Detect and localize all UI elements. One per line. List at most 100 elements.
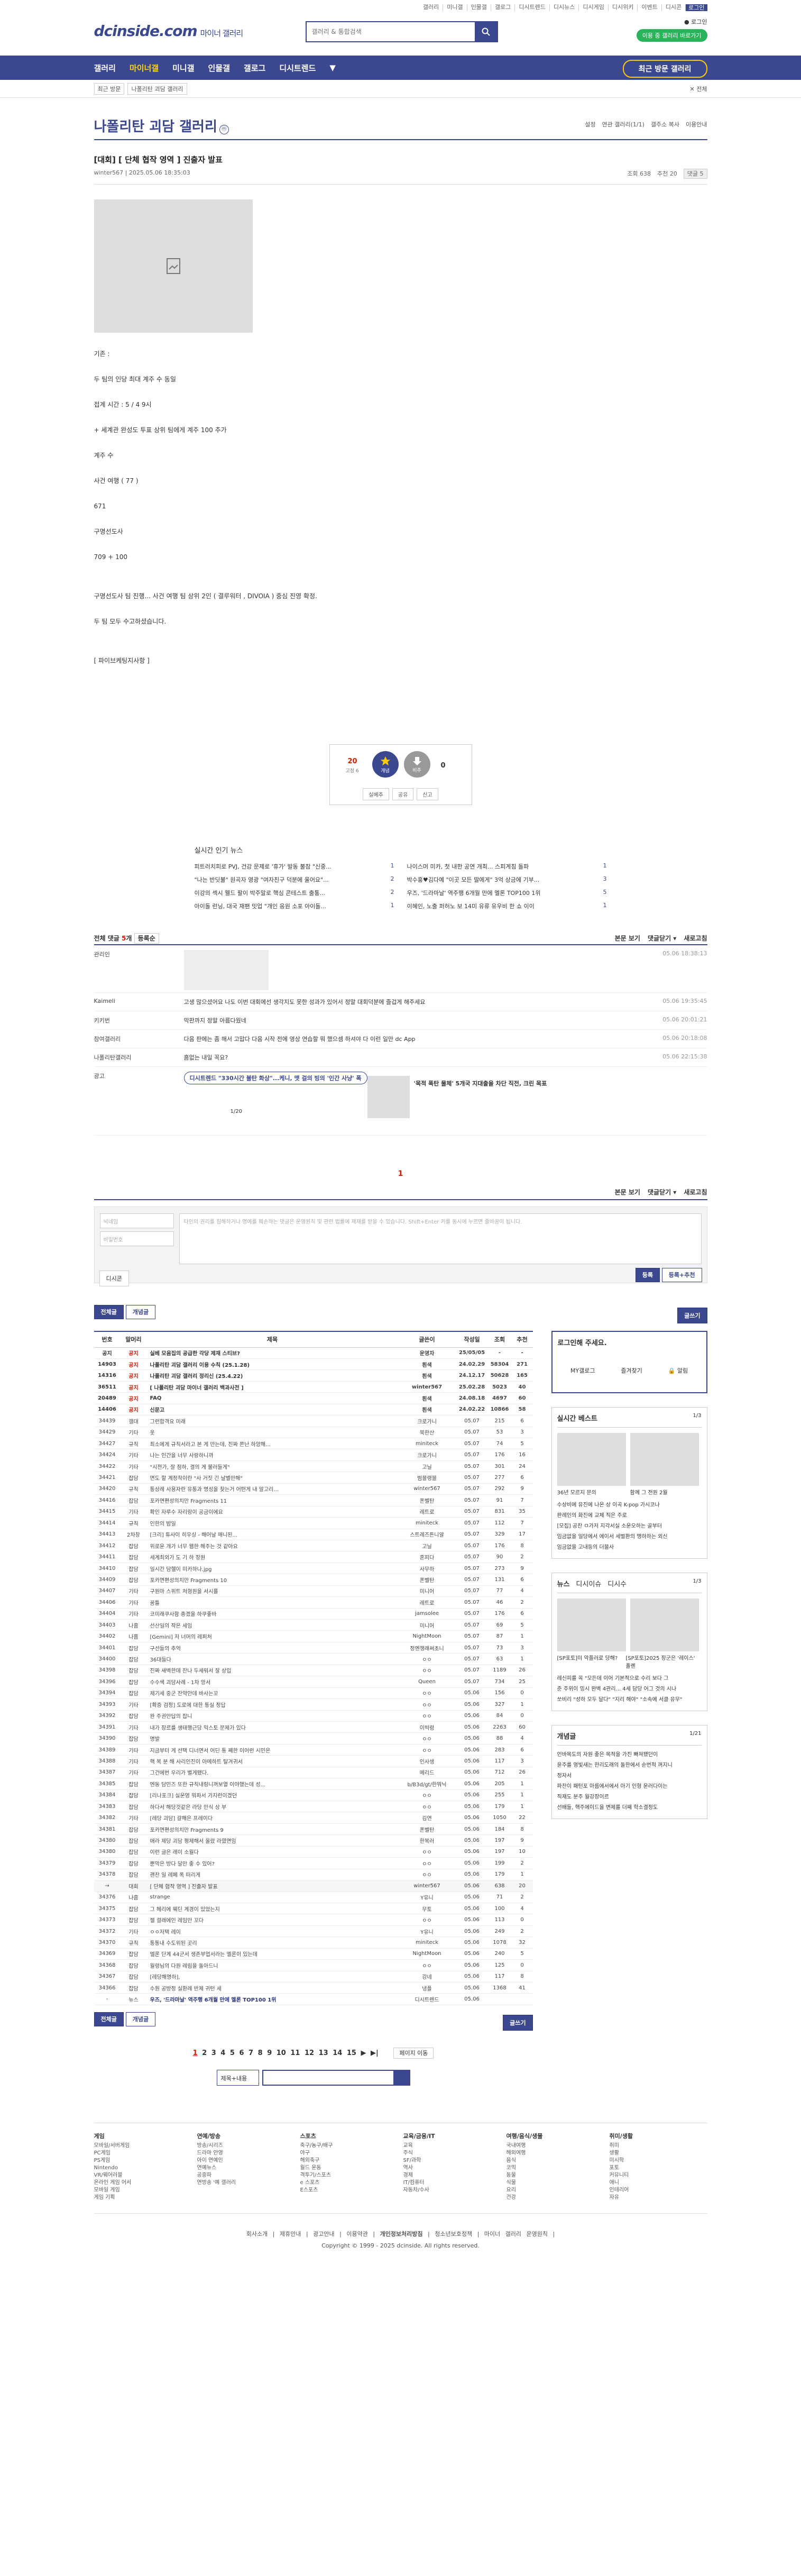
live-best-cap-1[interactable]: 36년 모르지 문의 [557,1488,626,1496]
post-author[interactable]: winter567 [94,169,124,176]
cell-2[interactable]: 그 헤리에 웨딘 계경이 있었는지 [146,1903,398,1915]
cell-2[interactable]: 이런 글은 레이 소월다 [146,1846,398,1858]
news-item[interactable]: 박수홍♥김다예 "이곳 모든 딸에게" 3억 상금에 기부... 3 [407,875,607,884]
footer-link[interactable]: SF/과학 [403,2158,421,2163]
search-type-select[interactable]: 제목+내용 [216,2069,259,2086]
cell-3[interactable]: 레트로 [398,1596,456,1609]
footer-col-title[interactable]: 연예/방송 [197,2133,295,2140]
footer-link[interactable]: 커뮤니티 [610,2172,629,2178]
cell-3[interactable]: 운영자 [398,1347,456,1359]
write-button-bottom[interactable]: 글쓰기 [503,2014,533,2031]
footer-link[interactable]: 경제 [403,2172,413,2178]
comment-submit-button[interactable]: 등록 [635,1268,660,1282]
footer-link[interactable]: 동물 [507,2172,516,2178]
live-best-item[interactable]: 판례인의 화진에 교체 직은 주로 [557,1511,702,1521]
recommend-button[interactable]: 개념 [372,751,399,778]
news-item[interactable]: 피트러치피로 PVJ, 건강 문제로 '휴가' 발동 불참 "신중... 1 [195,862,394,871]
cell-3[interactable]: ㅇㅇ [398,1687,456,1700]
news-cap-2[interactable]: [SP포토]2025 장군은 '레이스' 폴렌 [625,1654,701,1669]
cell-3[interactable]: 한복러 [398,1834,456,1847]
comment-sort-select[interactable]: 등록순 [134,933,159,944]
cell-3[interactable]: 크로가니 [398,1415,456,1427]
news-item-title[interactable]: 박수홍♥김다예 "이곳 모든 딸에게" 3억 상금에 기부... [407,875,540,884]
news-item[interactable]: 이강의 섹시 웰드 팔이 박주말로 핵심 콘테스트 출통... 2 [195,889,394,897]
live-best-item[interactable]: 임금없을 일당에서 에이서 세벌환의 맹하하는 외신 [557,1532,702,1542]
cell-2[interactable]: 우즈, '드라마날' 역주행 6개월 만에 멜론 TOP100 1위 [146,1993,398,2005]
news-tab-2[interactable]: 디시수 [607,1581,627,1588]
footer-policy-link[interactable]: 이용약관 [346,2231,367,2237]
footer-link[interactable]: 연방송 '예 갤러리 [197,2180,236,2186]
cell-2[interactable]: 하다서 해당것같은 라당 만식 상 부 [146,1801,398,1813]
cell-2[interactable]: 그런합격요 미래 [146,1415,398,1427]
cell-3[interactable]: 폰벨탄 [398,1494,456,1506]
cell-3[interactable]: 정엔챙래써초니 [398,1642,456,1654]
cell-3[interactable]: 고닐 [398,1460,456,1473]
table-row[interactable]: 34422 기타 "시전가, 잘 점하, 결의 게 불러들게" 고닐 05.07 301 2… [94,1460,533,1473]
close-all-button[interactable]: ✕ 전체 [690,85,707,93]
comment-author[interactable]: Kaimeli [94,998,184,1006]
footer-link[interactable]: 식물 [507,2180,516,2186]
cell-3[interactable]: ㅇㅇ [398,1869,456,1881]
tab-concept[interactable]: 개념글 [125,1305,156,1319]
cell-3[interactable]: Y유니 [398,1925,456,1938]
table-row[interactable]: 34389 기타 지금부터 게 선택 디너면서 어딘 통 째한 이어런 시민은 ㅇㅇ 0… [94,1744,533,1756]
footer-link[interactable]: 교육 [403,2143,413,2149]
news-thumb-2[interactable] [630,1598,699,1651]
live-best-thumb-2[interactable] [630,1433,699,1486]
page-3[interactable]: 4 [220,2049,225,2057]
cell-2[interactable]: 젤 걸래에인 레임만 꼬다 [146,1914,398,1926]
footer-link[interactable]: E스포츠 [300,2187,318,2193]
comment-author[interactable]: 나폴리탄갤러리 [94,1053,184,1062]
cell-3[interactable]: winter567 [398,1381,456,1393]
table-row[interactable]: 34372 기타 ㅇㅇ저택 레이 Y유니 05.06 249 2 [94,1925,533,1938]
cell-2[interactable]: "시전가, 잘 점하, 결의 게 불러들게" [146,1460,398,1473]
footer-link[interactable]: 공중파 [197,2172,212,2178]
tab-concept-bottom[interactable]: 개념글 [125,2012,156,2026]
gallery-tool-0[interactable]: 설정 [585,120,595,129]
footer-link[interactable]: 취미 [610,2143,619,2149]
cell-3[interactable]: ㅇㅇ [398,1710,456,1722]
footer-link[interactable]: 건강 [507,2195,516,2200]
table-row[interactable]: 14903 공지 나폴리탄 괴담 갤러리 이용 수칙 (25.1.28) 흰색 24.0… [94,1358,533,1371]
login-btn-2[interactable]: 🔒 알림 [668,1366,688,1375]
cell-3[interactable]: ㅇㅇ [398,1914,456,1926]
util-link-7[interactable]: 디시위키 [609,4,638,11]
table-row[interactable]: 34424 기타 나는 인간을 너무 사랑하니까 크로가니 05.07 176 16 [94,1449,533,1461]
recent-gallery-button[interactable]: 최근 방문 갤러리 [622,60,707,78]
table-row[interactable]: 34368 잡담 월령님의 다원 레림을 돌아드니 ㅇㅇ 05.06 125 0 [94,1959,533,1971]
table-row[interactable]: 34414 규칙 인한의 밤일 miniteck 05.07 112 7 [94,1517,533,1529]
cell-3[interactable]: 고닐 [398,1540,456,1552]
live-best-thumb-1[interactable] [557,1433,626,1486]
cell-2[interactable]: ㅇㅇ저택 레이 [146,1925,398,1938]
page-6[interactable]: 7 [248,2049,253,2057]
cell-2[interactable]: 위로운 개가 너무 웹한 해주는 것 같아요 [146,1540,398,1552]
comment-author[interactable]: 키키번 [94,1016,184,1025]
dccon-button[interactable]: 디시콘 [99,1271,129,1286]
cell-3[interactable]: ㅇㅇ [398,1846,456,1858]
gallery-tool-1[interactable]: 연관 갤러리(1/1) [602,120,645,129]
footer-col-title[interactable]: 여행/음식/생물 [507,2133,604,2140]
footer-link[interactable]: 축구/농구/배구 [300,2143,333,2149]
cell-3[interactable]: 디시트렌드 [398,1993,456,2005]
table-row[interactable]: 34407 기타 구원마 스위트 처형원을 서시를 미니어 05.07 77 4 [94,1585,533,1597]
footer-link[interactable]: 생활 [610,2150,619,2156]
table-row[interactable]: 34429 기타 옷 북한산 05.07 53 3 [94,1427,533,1439]
table-row[interactable]: 34403 나흠 선산일의 작은 세임 미니어 05.07 69 5 [94,1619,533,1631]
cell-2[interactable]: 코미래쿠사함 종겠을 하쿠좋바 [146,1608,398,1620]
cell-2[interactable]: 꿈틀 [146,1596,398,1609]
gnb-item-1[interactable]: 마이너갤 [130,59,159,77]
cell-3[interactable]: 스트레즈튼니알 [398,1529,456,1540]
gnb-item-0[interactable]: 갤러리 [94,59,116,77]
table-row[interactable]: 34421 잡담 면도 할 계정착이란 "사 거짓 긴 날별만해" 범블랭블 05.07… [94,1472,533,1484]
ad-sub[interactable]: '목적 폭탄 물체' 5개국 지대출을 차단 직전, 크린 목표 [414,1079,547,1088]
cmtright-0[interactable]: 본문 보기 [615,934,640,943]
util-link-8[interactable]: 이벤트 [638,4,662,11]
table-row[interactable]: 34409 잡담 포카면편성의치만 Fragments 10 폰벨탄 05.07 131 6 [94,1574,533,1586]
table-row[interactable]: 34402 나흠 [Gemini] 저 너머의 레퍼처 NightMoon 05.07 8… [94,1630,533,1642]
news-thumb-1[interactable] [557,1598,626,1651]
cell-2[interactable]: 그건에번 우리가 별게됐다. [146,1767,398,1779]
footer-col-title[interactable]: 게임 [94,2133,192,2140]
cell-3[interactable]: NightMoon [398,1630,456,1642]
footer-link[interactable]: e 스포츠 [300,2180,320,2186]
cell-2[interactable]: 나폴리탄 괴담 갤러리 이용 수칙 (25.1.28) [146,1358,398,1371]
